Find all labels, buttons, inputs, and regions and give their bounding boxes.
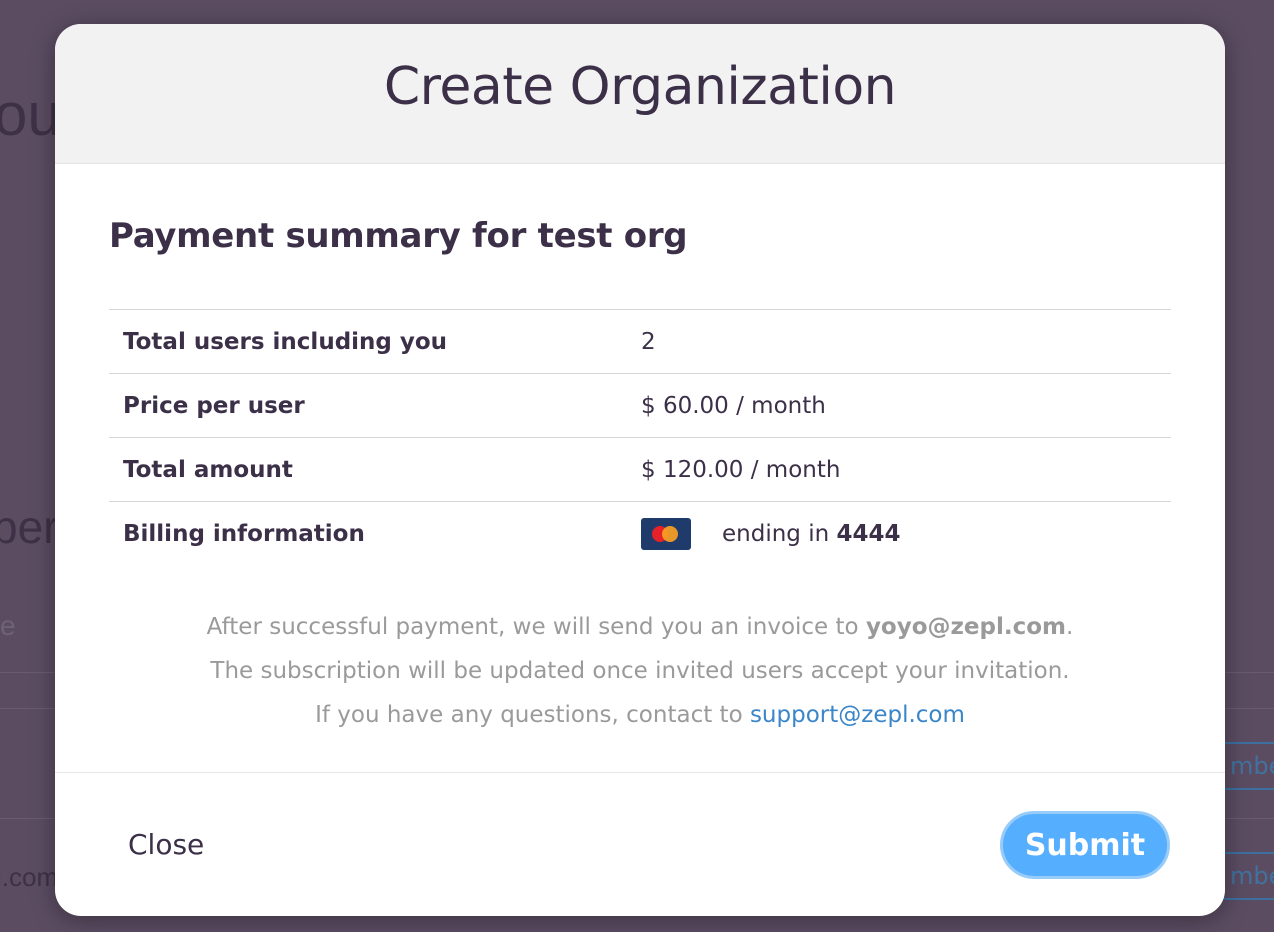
table-row: Total users including you 2 [109, 310, 1171, 374]
total-amount-value: $ 120.00 / month [641, 456, 841, 483]
total-amount-label: Total amount [123, 456, 293, 483]
payment-notes: After successful payment, we will send y… [109, 605, 1171, 737]
payment-summary-table: Total users including you 2 Price per us… [109, 309, 1171, 565]
ending-label: ending in [722, 520, 830, 547]
background-input-placeholder: e [0, 610, 16, 641]
background-email: l.com [0, 862, 59, 892]
payment-summary-title: Payment summary for test org [109, 164, 1171, 286]
card-last4: 4444 [836, 520, 901, 547]
table-row: Total amount $ 120.00 / month [109, 438, 1171, 502]
subscription-note: The subscription will be updated once in… [210, 658, 1070, 684]
modal-header: Create Organization [55, 24, 1225, 164]
table-row: Price per user $ 60.00 / month [109, 374, 1171, 438]
org-name: test org [537, 216, 688, 256]
submit-button[interactable]: Submit [1000, 811, 1170, 879]
background-member-button: mbe [1222, 742, 1274, 790]
mastercard-icon [641, 517, 691, 550]
price-per-user-label: Price per user [123, 392, 305, 419]
invoice-email: yoyo@zepl.com [865, 614, 1066, 640]
card-ending-text: ending in 4444 [722, 521, 901, 547]
invoice-note-text: After successful payment, we will send y… [206, 614, 859, 640]
modal-title: Create Organization [383, 57, 897, 117]
background-member-button: mbe [1222, 852, 1274, 900]
summary-prefix: Payment summary for [109, 216, 527, 256]
background-heading: ou [0, 81, 61, 148]
support-email-link[interactable]: support@zepl.com [750, 702, 965, 728]
billing-info-label: Billing information [123, 520, 365, 547]
invoice-note-period: . [1066, 614, 1074, 640]
modal-body: Payment summary for test org Total users… [55, 164, 1225, 737]
table-row: Billing information ending in 4444 [109, 502, 1171, 565]
support-note: If you have any questions, contact to su… [109, 693, 1171, 737]
support-note-text: If you have any questions, contact to [315, 702, 743, 728]
billing-info-value: ending in 4444 [641, 517, 901, 550]
create-organization-modal: Create Organization Payment summary for … [55, 24, 1225, 916]
close-button[interactable]: Close [128, 828, 204, 861]
background-section-heading: ber [0, 501, 59, 553]
invoice-note: After successful payment, we will send y… [109, 605, 1171, 649]
total-users-label: Total users including you [123, 328, 448, 355]
total-users-value: 2 [641, 328, 656, 355]
modal-footer: Close Submit [55, 772, 1225, 916]
price-per-user-value: $ 60.00 / month [641, 392, 826, 419]
